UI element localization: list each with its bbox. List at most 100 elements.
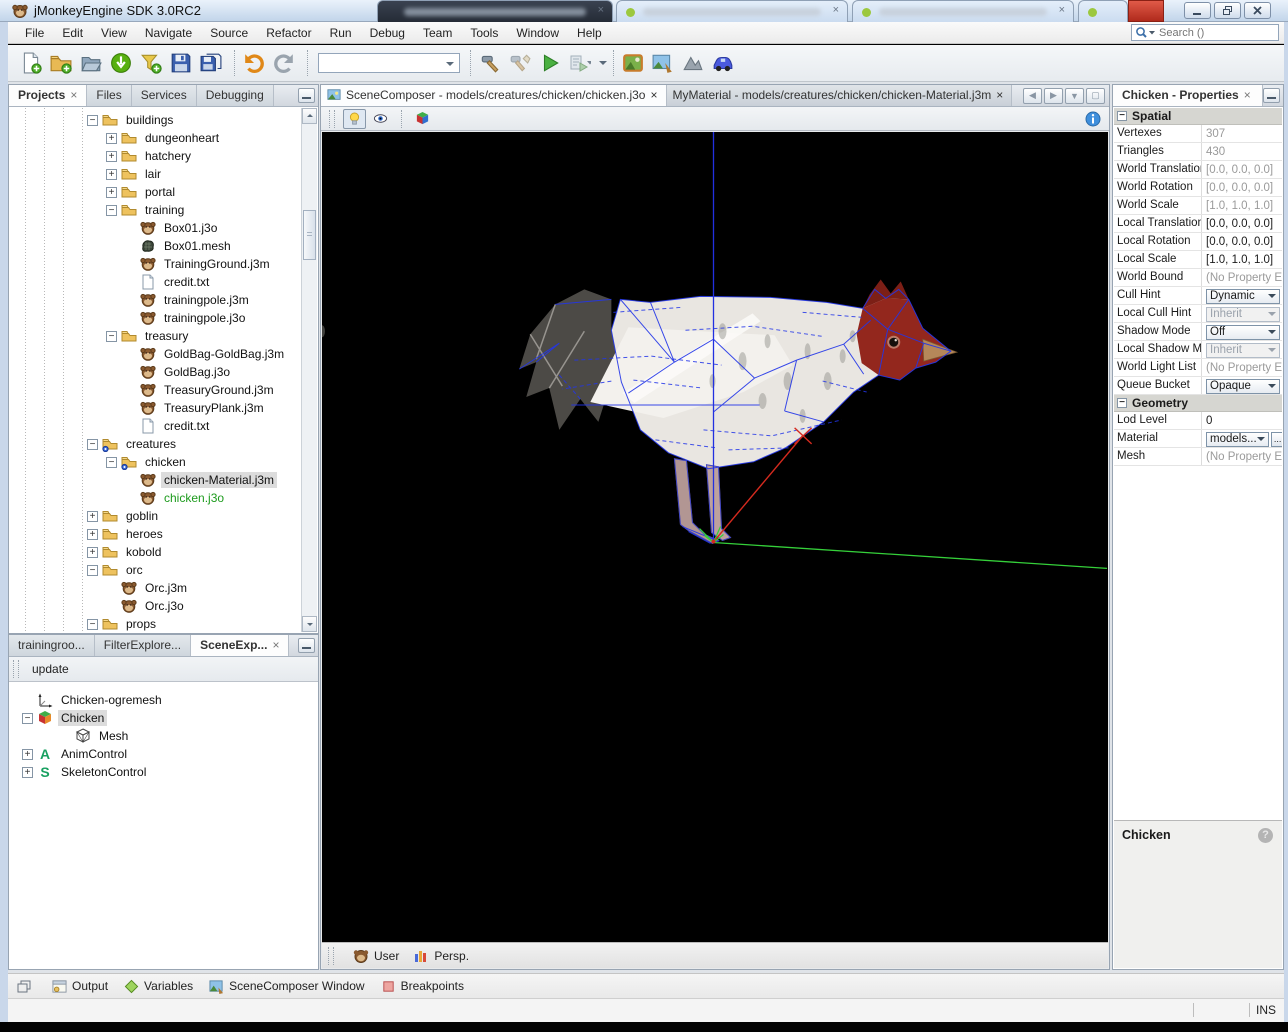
menu-help[interactable]: Help [568,23,611,43]
expander-collapse-icon[interactable]: − [87,439,98,450]
tree-item-hatchery[interactable]: +hatchery [10,147,301,165]
tree-item-orc[interactable]: −orc [10,561,301,579]
menu-refactor[interactable]: Refactor [257,23,320,43]
wireframe-cube-button[interactable] [411,109,434,129]
menu-debug[interactable]: Debug [361,23,414,43]
minimize-window-button[interactable] [1184,2,1211,19]
menu-view[interactable]: View [92,23,136,43]
property-dropdown-queue-bucket[interactable]: Opaque [1206,379,1280,394]
background-browser-tab[interactable]: × [377,0,613,22]
scroll-tabs-right-button[interactable]: ▶ [1044,88,1063,104]
expander-expand-icon[interactable]: + [106,187,117,198]
properties-panel-tab[interactable]: Chicken - Properties × [1113,85,1263,106]
ellipsis-button[interactable]: ... [1271,432,1282,447]
tree-item-kobold[interactable]: +kobold [10,543,301,561]
property-value[interactable]: [0.0, 0.0, 0.0] [1202,215,1282,232]
tree-item-portal[interactable]: +portal [10,183,301,201]
tree-item-treasuryground-j3m[interactable]: TreasuryGround.j3m [10,381,301,399]
expander-expand-icon[interactable]: + [22,767,33,778]
tree-item-trainingground-j3m[interactable]: TrainingGround.j3m [10,255,301,273]
search-input[interactable] [1157,26,1261,40]
menu-window[interactable]: Window [507,23,568,43]
property-dropdown-material[interactable]: models... [1206,432,1269,447]
info-icon[interactable] [1085,111,1101,127]
scroll-tabs-left-button[interactable]: ◀ [1023,88,1042,104]
property-value[interactable]: [1.0, 1.0, 1.0] [1202,251,1282,268]
explorer-tab-filterexplore[interactable]: FilterExplore... [95,635,191,656]
tree-item-orc-j3o[interactable]: Orc.j3o [10,597,301,615]
configuration-select[interactable] [318,53,460,73]
clean-build-button[interactable] [507,48,537,78]
tree-item-animcontrol[interactable]: +AAnimControl [10,745,317,763]
docked-window-scenecomposer-window[interactable]: SceneComposer Window [209,979,364,994]
tab-list-dropdown-button[interactable]: ▼ [1065,88,1084,104]
close-tab-icon[interactable]: × [272,638,279,656]
new-file-button[interactable] [18,48,48,78]
camera-select-button[interactable]: User [353,948,399,964]
projects-tree-scrollbar[interactable] [301,108,317,632]
expander-collapse-icon[interactable]: − [106,457,117,468]
perspective-select-button[interactable]: Persp. [413,948,469,964]
background-browser-tab[interactable]: × [852,0,1074,22]
expander-expand-icon[interactable]: + [87,529,98,540]
expander-expand-icon[interactable]: + [87,547,98,558]
expander-collapse-icon[interactable]: − [22,713,33,724]
quick-search[interactable] [1131,24,1279,41]
tree-item-chicken-j3o[interactable]: chicken.j3o [10,489,301,507]
toolbar-drag-handle[interactable] [329,110,335,128]
restore-window-button[interactable] [1214,2,1241,19]
save-button[interactable] [168,48,198,78]
projects-tab-services[interactable]: Services [132,85,197,106]
section-collapse-icon[interactable]: − [1117,398,1127,408]
scrollbar-thumb[interactable] [303,210,316,260]
minimize-panel-button[interactable] [298,638,315,653]
open-project-button[interactable] [78,48,108,78]
expander-expand-icon[interactable]: + [106,169,117,180]
tree-item-goblin[interactable]: +goblin [10,507,301,525]
property-dropdown-shadow-mode[interactable]: Off [1206,325,1280,340]
expander-expand-icon[interactable]: + [106,151,117,162]
build-button[interactable] [477,48,507,78]
undo-button[interactable] [241,48,271,78]
tree-item-props[interactable]: −props [10,615,301,632]
maximize-editor-button[interactable]: ▢ [1086,88,1105,104]
menu-navigate[interactable]: Navigate [136,23,201,43]
tree-item-lair[interactable]: +lair [10,165,301,183]
tree-item-box01-j3o[interactable]: Box01.j3o [10,219,301,237]
tree-item-skeletoncontrol[interactable]: +SSkeletonControl [10,763,317,781]
background-browser-tab[interactable] [1078,0,1128,22]
menu-run[interactable]: Run [321,23,361,43]
editor-tab-scenecomposer-models-creatures-chicken-chicken-j3o[interactable]: SceneComposer - models/creatures/chicken… [321,85,667,106]
property-value[interactable]: [0.0, 0.0, 0.0] [1202,233,1282,250]
help-icon[interactable]: ? [1258,828,1273,843]
menu-file[interactable]: File [16,23,53,43]
tree-item-trainingpole-j3m[interactable]: trainingpole.j3m [10,291,301,309]
tree-item-mesh[interactable]: Mesh [10,727,317,745]
background-window-close-area[interactable] [1128,0,1164,22]
vehicle-creator-button[interactable] [710,48,740,78]
close-window-button[interactable] [1244,2,1271,19]
tree-item-heroes[interactable]: +heroes [10,525,301,543]
explorer-tab-trainingroo[interactable]: trainingroo... [9,635,95,656]
redo-button[interactable] [271,48,301,78]
expander-collapse-icon[interactable]: − [87,619,98,630]
menu-edit[interactable]: Edit [53,23,92,43]
toolbar-drag-handle[interactable] [328,947,334,965]
terrain-editor-button[interactable] [620,48,650,78]
projects-tab-projects[interactable]: Projects× [9,85,87,106]
close-tab-icon[interactable]: × [650,88,657,102]
menu-source[interactable]: Source [201,23,257,43]
tree-item-credit-txt[interactable]: credit.txt [10,417,301,435]
expander-collapse-icon[interactable]: − [106,205,117,216]
tree-item-dungeonheart[interactable]: +dungeonheart [10,129,301,147]
background-browser-tab[interactable]: × [616,0,848,22]
tree-item-box01-mesh[interactable]: Box01.mesh [10,237,301,255]
save-all-button[interactable] [198,48,228,78]
tree-item-credit-txt[interactable]: credit.txt [10,273,301,291]
docked-window-breakpoints[interactable]: Breakpoints [381,979,464,994]
section-collapse-icon[interactable]: − [1117,111,1127,121]
mountains-button[interactable] [680,48,710,78]
toggle-visibility-button[interactable] [369,109,392,129]
tree-item-chicken[interactable]: −Chicken [10,709,317,727]
tree-item-treasuryplank-j3m[interactable]: TreasuryPlank.j3m [10,399,301,417]
